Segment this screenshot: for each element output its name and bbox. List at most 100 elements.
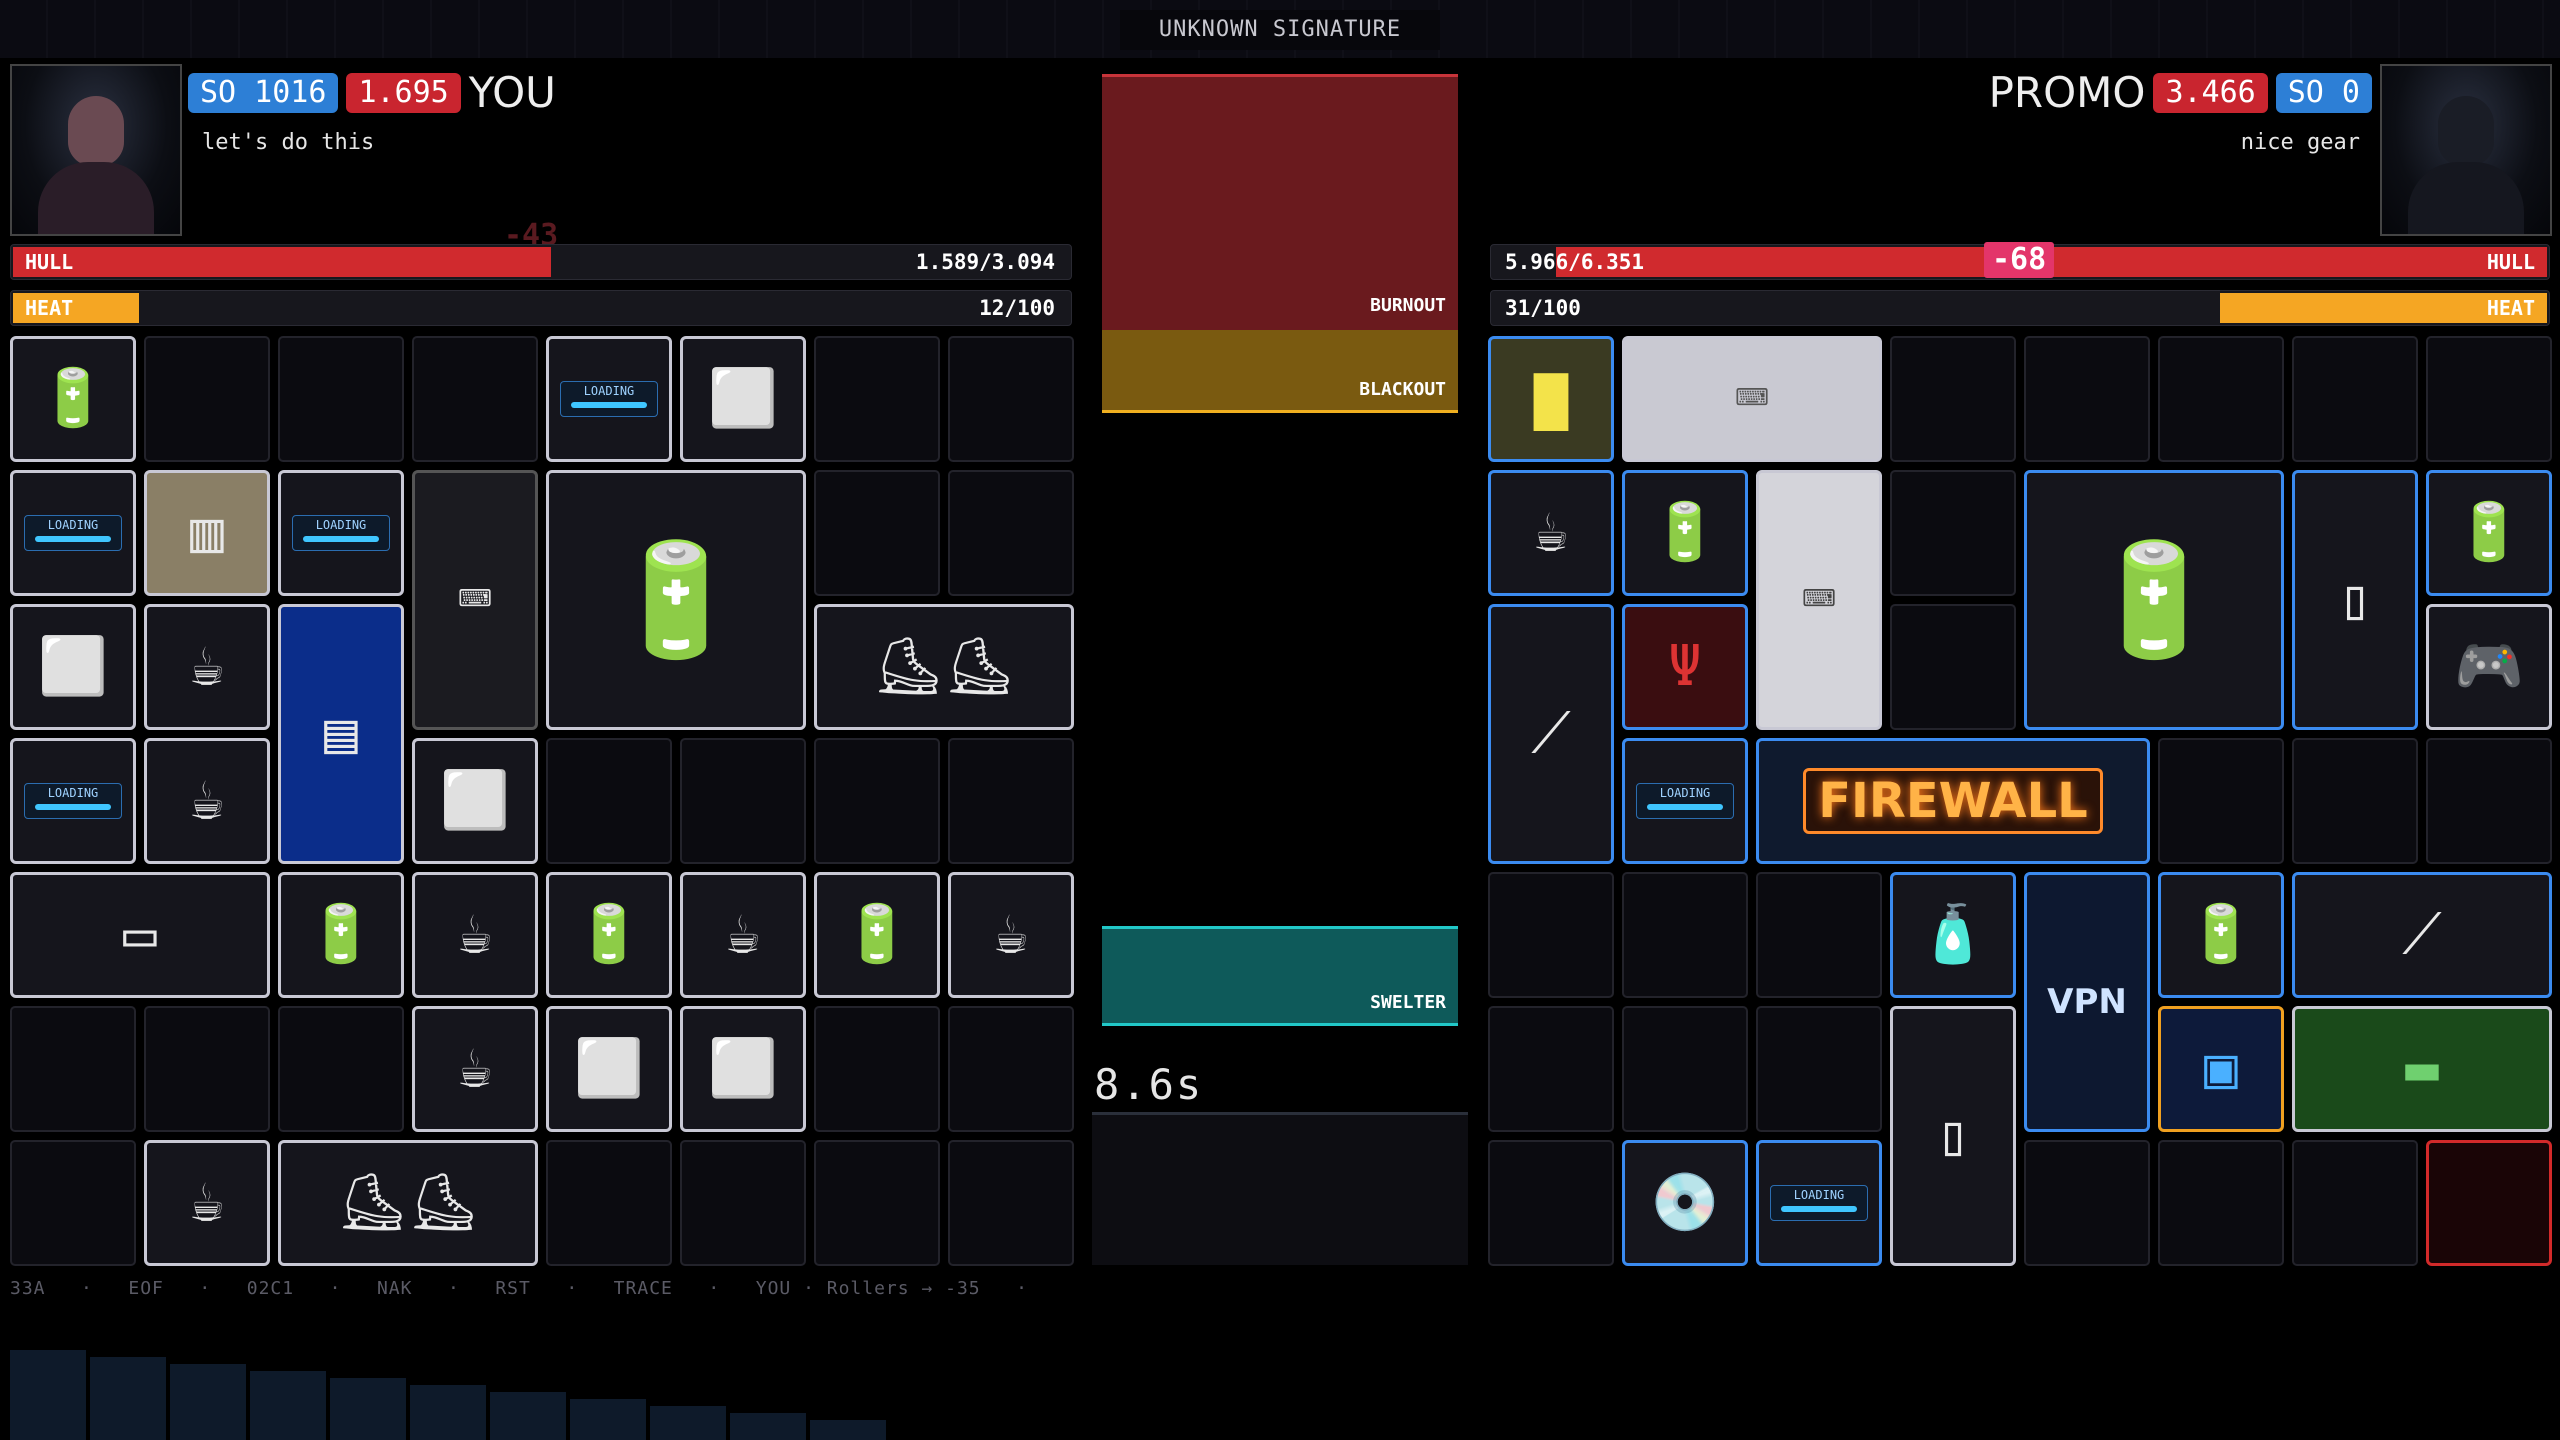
keyboard-item[interactable]: ⌨ — [412, 470, 538, 730]
keyboard-icon: ⌨ — [458, 567, 492, 632]
crate-item[interactable]: ⬜ — [412, 738, 538, 864]
firewall-item[interactable]: FIREWALL — [1756, 738, 2150, 864]
empty-slot[interactable] — [948, 470, 1074, 596]
empty-slot[interactable] — [10, 1140, 136, 1266]
empty-slot[interactable] — [2292, 1140, 2418, 1266]
empty-slot[interactable] — [1488, 1140, 1614, 1266]
empty-slot[interactable] — [2426, 738, 2552, 864]
empty-slot[interactable] — [2158, 1140, 2284, 1266]
battery-item[interactable]: 🔋 — [2426, 470, 2552, 596]
battery-item[interactable]: 🔋 — [278, 872, 404, 998]
loading-item[interactable]: LOADING — [546, 336, 672, 462]
empty-slot[interactable] — [10, 1006, 136, 1132]
loading-item[interactable]: LOADING — [10, 738, 136, 864]
empty-slot[interactable] — [948, 1140, 1074, 1266]
empty-slot[interactable] — [278, 1006, 404, 1132]
pc-tower-item[interactable]: ▯ — [2292, 470, 2418, 730]
empty-slot[interactable] — [546, 1140, 672, 1266]
mug-item[interactable]: ☕ — [1488, 470, 1614, 596]
cd-item[interactable]: 💿 — [1622, 1140, 1748, 1266]
empty-slot[interactable] — [2292, 738, 2418, 864]
trident-item[interactable]: Ψ — [1622, 604, 1748, 730]
empty-slot[interactable] — [546, 738, 672, 864]
empty-slot[interactable] — [2426, 336, 2552, 462]
mug-item[interactable]: ☕ — [412, 1006, 538, 1132]
hose-item[interactable]: ⟋ — [2292, 872, 2552, 998]
empty-slot[interactable] — [144, 1006, 270, 1132]
empty-red-slot[interactable] — [2426, 1140, 2552, 1266]
empty-slot[interactable] — [2024, 336, 2150, 462]
empty-slot[interactable] — [2292, 336, 2418, 462]
mug-item[interactable]: ☕ — [948, 872, 1074, 998]
loading-item[interactable]: LOADING — [10, 470, 136, 596]
gamepad-icon: 🎮 — [2454, 634, 2524, 699]
router-item[interactable]: ▭ — [10, 872, 270, 998]
empty-slot[interactable] — [278, 336, 404, 462]
empty-slot[interactable] — [1756, 1006, 1882, 1132]
visualizer-bar — [90, 1357, 166, 1440]
loading-item[interactable]: LOADING — [1622, 738, 1748, 864]
chip-item[interactable]: ▣ — [2158, 1006, 2284, 1132]
empty-slot[interactable] — [1622, 872, 1748, 998]
empty-slot[interactable] — [412, 336, 538, 462]
car-battery-icon: 🔋 — [2085, 536, 2223, 664]
empty-slot[interactable] — [948, 336, 1074, 462]
empty-slot[interactable] — [2158, 336, 2284, 462]
empty-slot[interactable] — [1622, 1006, 1748, 1132]
empty-slot[interactable] — [1488, 872, 1614, 998]
keyboard-icon: ⌨ — [1735, 366, 1769, 431]
roller-skates-item[interactable]: ⛸⛸ — [278, 1140, 538, 1266]
roller-skates-item[interactable]: ⛸⛸ — [814, 604, 1074, 730]
battery-item[interactable]: 🔋 — [546, 872, 672, 998]
keyboard-item[interactable]: ⌨ — [1756, 470, 1882, 730]
oil-bottle-item[interactable]: 🧴 — [1890, 872, 2016, 998]
loading-item[interactable]: LOADING — [1756, 1140, 1882, 1266]
battery-item[interactable]: 🔋 — [1622, 470, 1748, 596]
visualizer-bar — [730, 1413, 806, 1440]
keyboard-item[interactable]: ⌨ — [1622, 336, 1882, 462]
empty-slot[interactable] — [680, 1140, 806, 1266]
empty-slot[interactable] — [144, 336, 270, 462]
swelter-label: SWELTER — [1370, 992, 1446, 1013]
battery-item[interactable]: 🔋 — [10, 336, 136, 462]
empty-slot[interactable] — [814, 336, 940, 462]
empty-slot[interactable] — [814, 738, 940, 864]
pc-tower-item[interactable]: ▯ — [1890, 1006, 2016, 1266]
empty-slot[interactable] — [1756, 872, 1882, 998]
empty-slot[interactable] — [2158, 738, 2284, 864]
book-item[interactable]: ▬ — [2292, 1006, 2552, 1132]
empty-slot[interactable] — [1890, 470, 2016, 596]
crate-item[interactable]: ⬜ — [546, 1006, 672, 1132]
loading-item[interactable]: LOADING — [278, 470, 404, 596]
mug-item[interactable]: ☕ — [412, 872, 538, 998]
car-battery-item[interactable]: 🔋 — [2024, 470, 2284, 730]
empty-slot[interactable] — [948, 738, 1074, 864]
empty-slot[interactable] — [1488, 1006, 1614, 1132]
empty-slot[interactable] — [814, 470, 940, 596]
mug-item[interactable]: ☕ — [144, 1140, 270, 1266]
battery-item[interactable]: 🔋 — [814, 872, 940, 998]
battery-item[interactable]: 🔋 — [2158, 872, 2284, 998]
empty-slot[interactable] — [814, 1140, 940, 1266]
crate-item[interactable]: ⬜ — [680, 1006, 806, 1132]
mug-item[interactable]: ☕ — [144, 604, 270, 730]
gamepad-item[interactable]: 🎮 — [2426, 604, 2552, 730]
mug-icon: ☕ — [458, 1036, 492, 1101]
empty-slot[interactable] — [2024, 1140, 2150, 1266]
crate-item[interactable]: ⬜ — [680, 336, 806, 462]
mug-item[interactable]: ☕ — [144, 738, 270, 864]
empty-slot[interactable] — [680, 738, 806, 864]
data-screen-item[interactable]: ▤ — [278, 604, 404, 864]
car-battery-item[interactable]: 🔋 — [546, 470, 806, 730]
empty-slot[interactable] — [948, 1006, 1074, 1132]
empty-slot[interactable] — [814, 1006, 940, 1132]
hose-item[interactable]: ⟋ — [1488, 604, 1614, 864]
vpn-item[interactable]: VPN — [2024, 872, 2150, 1132]
crate-item[interactable]: ⬜ — [10, 604, 136, 730]
empty-slot[interactable] — [1890, 604, 2016, 730]
roller-skates-icon: ⛸⛸ — [872, 634, 1016, 699]
capacitor-item[interactable]: ▥ — [144, 470, 270, 596]
mug-item[interactable]: ☕ — [680, 872, 806, 998]
empty-slot[interactable] — [1890, 336, 2016, 462]
sponge-item[interactable]: ▇ — [1488, 336, 1614, 462]
